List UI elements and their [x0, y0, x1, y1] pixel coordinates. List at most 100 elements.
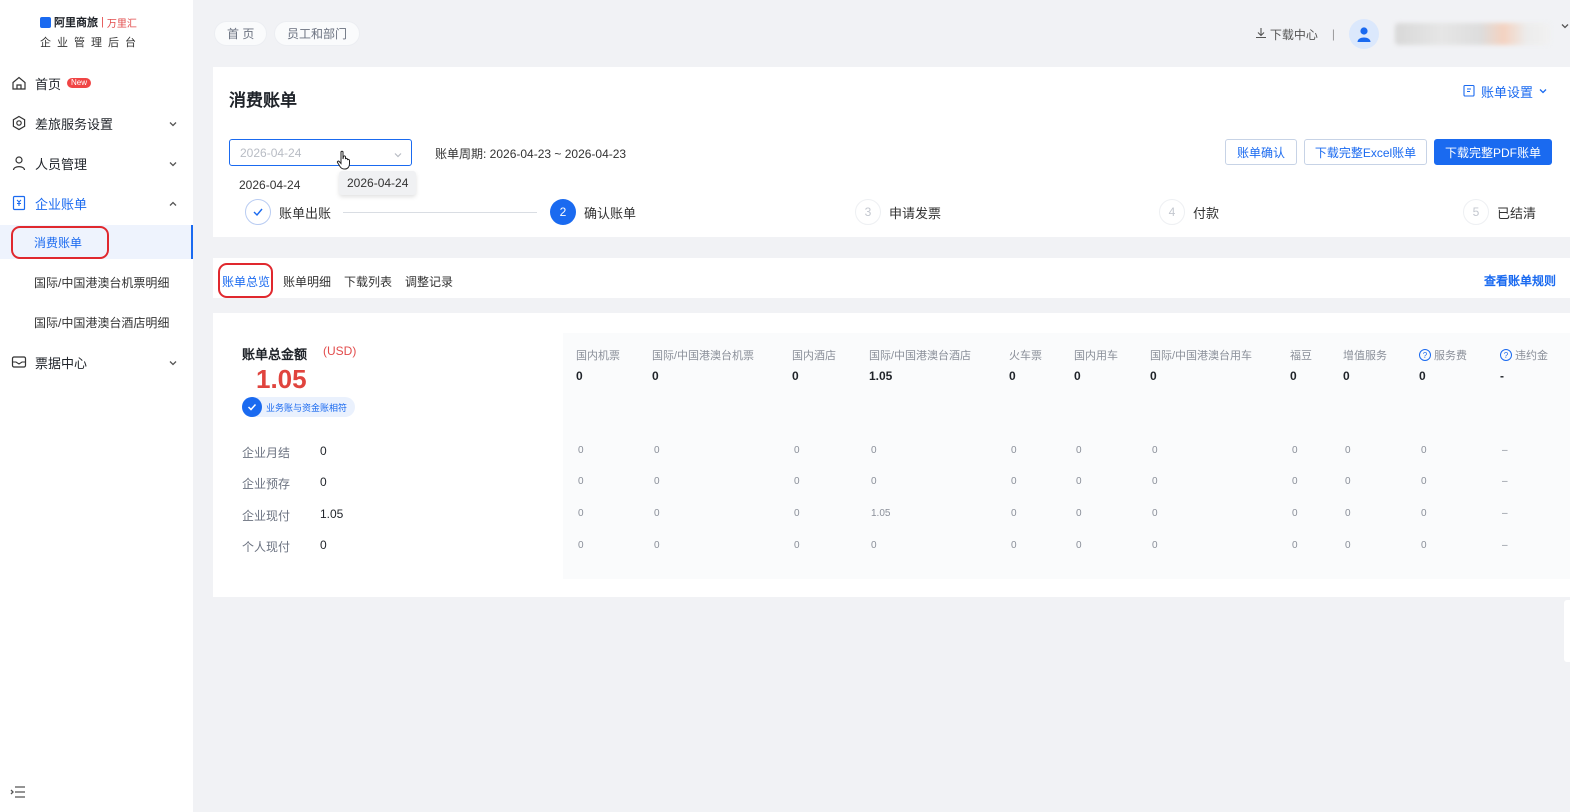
table-cell: 0 — [1345, 445, 1351, 456]
table-cell: 0 — [1011, 540, 1017, 551]
column-header-label: 违约金 — [1515, 350, 1548, 362]
sidebar-subitem-intl-hotel-detail[interactable]: 国际/中国港澳台酒店明细 — [0, 305, 193, 339]
table-cell: 0 — [794, 476, 800, 487]
step-2: 2 确认账单 — [550, 199, 636, 225]
column-header: ? 违约金 — [1500, 347, 1548, 363]
row-label: 个人现付 — [242, 540, 291, 554]
sidebar-item-enterprise-bills[interactable]: 企业账单 — [0, 183, 193, 223]
row-value: 1.05 — [320, 507, 344, 521]
help-icon[interactable]: ? — [1500, 349, 1512, 361]
bill-settings-button[interactable]: 账单设置 — [1463, 82, 1548, 101]
table-cell: – — [1502, 445, 1508, 456]
column-header-label: 国内机票 — [576, 350, 620, 362]
table-cell: 0 — [1345, 540, 1351, 551]
download-center-link[interactable]: 下载中心 — [1255, 26, 1318, 43]
download-pdf-button[interactable]: 下载完整PDF账单 — [1434, 139, 1552, 165]
avatar[interactable] — [1349, 19, 1379, 49]
step-3: 3 申请发票 — [855, 199, 941, 225]
table-cell: 0 — [1076, 508, 1082, 519]
column-total: 0 — [1343, 369, 1350, 383]
table-cell: 0 — [1152, 476, 1158, 487]
total-amount-label: 账单总金额 — [242, 347, 308, 362]
logo-separator: | — [101, 16, 104, 28]
table-cell: 0 — [1076, 445, 1082, 456]
table-cell: 0 — [1152, 445, 1158, 456]
table-cell: 0 — [1292, 445, 1298, 456]
sidebar-item-label: 首页 — [35, 76, 62, 92]
column-header: 国际/中国港澳台用车 — [1150, 347, 1252, 363]
sidebar-subitem-intl-flight-detail[interactable]: 国际/中国港澳台机票明细 — [0, 265, 193, 299]
table-cell: 0 — [1152, 540, 1158, 551]
step-number: 5 — [1463, 199, 1489, 225]
user-icon — [10, 155, 27, 172]
table-cell: 0 — [1076, 476, 1082, 487]
table-cell: 0 — [578, 540, 584, 551]
sidebar-item-home[interactable]: 首页 New — [0, 63, 193, 103]
column-header: 福豆 — [1290, 347, 1312, 363]
column-header-label: 增值服务 — [1343, 350, 1387, 362]
column-header: 国内酒店 — [792, 347, 836, 363]
tab-bill-detail[interactable]: 账单明细 — [283, 273, 331, 290]
tab-download-list[interactable]: 下载列表 — [344, 273, 392, 290]
table-cell: 0 — [871, 445, 877, 456]
collapse-menu-icon[interactable] — [10, 785, 26, 802]
user-name-redacted — [1395, 23, 1550, 45]
chevron-down-icon — [168, 356, 178, 371]
tab-adjust-records[interactable]: 调整记录 — [405, 273, 453, 290]
date-dropdown-option[interactable]: 2026-04-24 — [229, 172, 324, 198]
step-label: 付款 — [1193, 205, 1220, 221]
table-cell: 0 — [1421, 540, 1427, 551]
hand-cursor-icon — [336, 150, 352, 173]
sidebar-item-label: 企业账单 — [35, 196, 88, 212]
logo-subtitle: 企业管理后台 — [40, 37, 142, 49]
download-excel-button[interactable]: 下载完整Excel账单 — [1304, 139, 1427, 165]
table-cell: 0 — [1011, 508, 1017, 519]
bill-period: 账单周期: 2026-04-23 ~ 2026-04-23 — [435, 147, 627, 161]
total-amount-value: 1.05 — [256, 364, 307, 394]
bill-date-select[interactable]: 2026-04-24 — [229, 139, 412, 166]
step-number: 3 — [855, 199, 881, 225]
column-header: 国际/中国港澳台机票 — [652, 347, 754, 363]
page-title: 消费账单 — [229, 91, 297, 110]
chevron-down-icon[interactable] — [1560, 20, 1570, 34]
chevron-down-icon — [1538, 84, 1548, 99]
chevron-down-icon — [393, 149, 403, 163]
tab-bill-overview[interactable]: 账单总览 — [222, 273, 270, 290]
sidebar-item-people[interactable]: 人员管理 — [0, 143, 193, 183]
step-connector — [343, 212, 537, 213]
column-header-label: 国际/中国港澳台酒店 — [869, 350, 972, 362]
table-cell: 0 — [578, 445, 584, 456]
bill-confirm-button[interactable]: 账单确认 — [1225, 139, 1297, 165]
column-header: ? 服务费 — [1419, 347, 1467, 363]
column-header: 火车票 — [1009, 347, 1042, 363]
row-label: 企业现付 — [242, 509, 291, 523]
sidebar: 阿里商旅 | 万里汇 企业管理后台 首页 New 差旅服务设置 人员管理 企业账… — [0, 0, 193, 812]
breadcrumb-staff-dept[interactable]: 员工和部门 — [274, 21, 361, 46]
step-1: 账单出账 — [245, 199, 331, 225]
sidebar-subitem-consumption-bill[interactable]: 消费账单 — [0, 225, 193, 259]
table-cell: 0 — [1292, 540, 1298, 551]
column-header: 增值服务 — [1343, 347, 1387, 363]
sidebar-item-invoice-center[interactable]: 票据中心 — [0, 342, 193, 382]
column-header: 国际/中国港澳台酒店 — [869, 347, 971, 363]
step-number: 4 — [1159, 199, 1185, 225]
ticket-icon — [10, 354, 27, 371]
column-total: 1.05 — [869, 369, 893, 383]
help-icon[interactable]: ? — [1419, 349, 1431, 361]
row-value: 0 — [320, 444, 327, 458]
column-header-label: 服务费 — [1434, 350, 1467, 362]
table-cell: – — [1502, 508, 1508, 519]
column-header: 国内机票 — [576, 347, 620, 363]
logo-brand: 阿里商旅 — [54, 17, 98, 29]
view-bill-rules-link[interactable]: 查看账单规则 — [1484, 272, 1556, 289]
breadcrumb-home[interactable]: 首 页 — [214, 21, 268, 46]
table-cell: 0 — [654, 508, 660, 519]
table-cell: 0 — [794, 540, 800, 551]
sidebar-item-travel-settings[interactable]: 差旅服务设置 — [0, 103, 193, 143]
column-total: 0 — [1419, 369, 1426, 383]
side-drawer-handle[interactable] — [1564, 600, 1570, 662]
sidebar-item-label: 票据中心 — [35, 355, 88, 371]
logo-partner: 万里汇 — [106, 18, 137, 30]
table-cell: 0 — [1421, 445, 1427, 456]
bill-date-value: 2026-04-24 — [240, 145, 302, 160]
